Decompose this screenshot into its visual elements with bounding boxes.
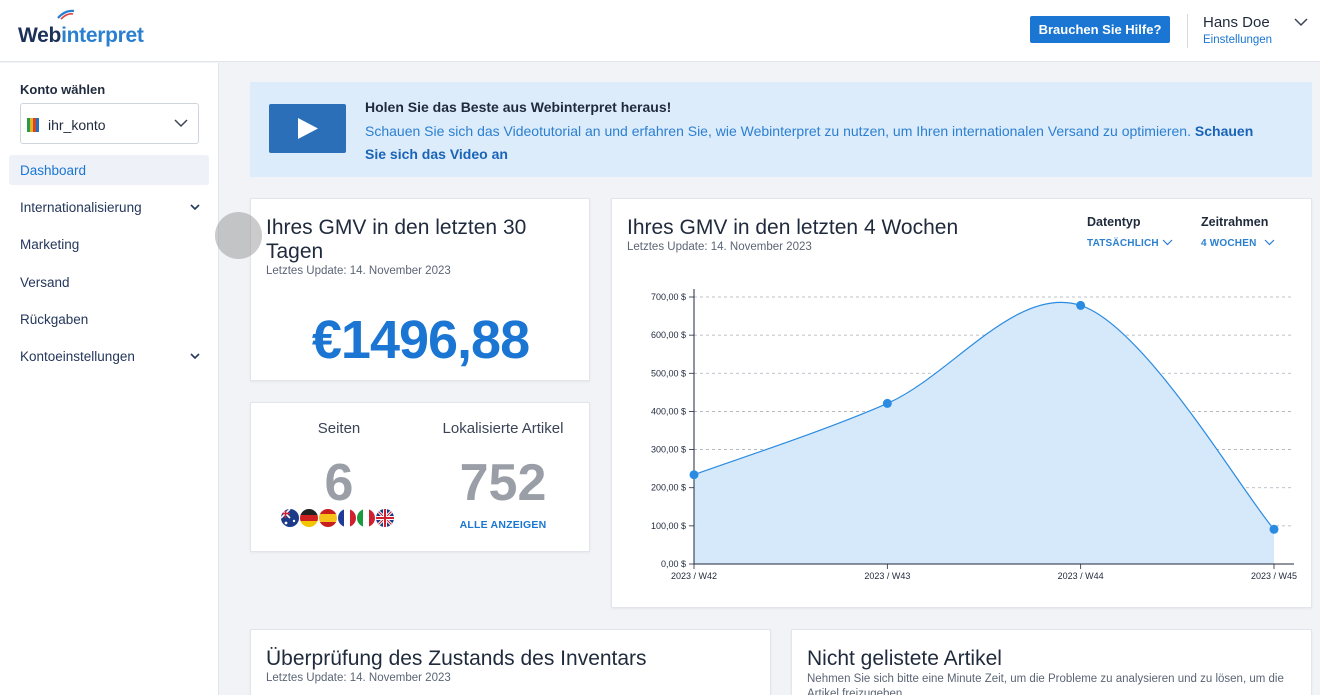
sites-label: Seiten — [317, 420, 361, 437]
cursor-indicator — [215, 212, 262, 259]
sidebar-item-label: Rückgaben — [20, 312, 89, 327]
gmv-4-weeks-card: Ihres GMV in den letzten 4 Wochen Letzte… — [611, 198, 1312, 608]
data-point — [1269, 524, 1279, 534]
gmv-30-days-value: €1496,88 — [311, 310, 530, 370]
account-store-icon — [27, 118, 39, 132]
banner-text: Schauen Sie sich das Videotutorial an un… — [365, 120, 1265, 166]
account-select-label: Konto wählen — [20, 82, 106, 97]
sidebar-item-internationalisierung[interactable]: Internationalisierung — [9, 192, 209, 222]
sidebar-item-label: Dashboard — [20, 163, 87, 178]
logo-swoosh-icon — [57, 9, 75, 20]
france-flag-icon — [338, 509, 356, 527]
play-video-button[interactable] — [269, 104, 346, 153]
sidebar-item-label: Versand — [20, 275, 70, 290]
play-icon — [298, 118, 318, 139]
sidebar: Konto wählen ihr_konto Dashboard Interna… — [0, 63, 219, 695]
localized-articles-label: Lokalisierte Artikel — [442, 420, 564, 437]
sidebar-item-versand[interactable]: Versand — [9, 267, 209, 297]
localized-articles-value: 752 — [459, 454, 547, 512]
sidebar-item-label: Kontoeinstellungen — [20, 349, 135, 364]
logo-text-web: Web — [18, 24, 62, 47]
y-tick-label: 700,00 $ — [651, 292, 686, 302]
sidebar-item-label: Internationalisierung — [20, 200, 142, 215]
data-point — [882, 398, 892, 408]
y-tick-label: 500,00 $ — [651, 368, 686, 378]
settings-link[interactable]: Einstellungen — [1203, 34, 1272, 46]
unlisted-articles-text: Nehmen Sie sich bitte eine Minute Zeit, … — [807, 673, 1284, 695]
unlisted-articles-title: Nicht gelistete Artikel — [807, 647, 1002, 670]
chevron-down-icon — [190, 204, 200, 211]
chevron-down-icon — [190, 353, 200, 360]
sidebar-item-marketing[interactable]: Marketing — [9, 229, 209, 259]
australia-flag-icon — [281, 509, 299, 527]
sidebar-item-kontoeinstellungen[interactable]: Kontoeinstellungen — [9, 341, 209, 371]
sidebar-item-label: Marketing — [20, 237, 80, 252]
uk-flag-icon — [376, 509, 394, 527]
chevron-down-icon — [174, 119, 188, 128]
sites-value: 6 — [324, 454, 354, 512]
header-divider — [1187, 14, 1188, 48]
video-tutorial-banner: Holen Sie das Beste aus Webinterpret her… — [250, 82, 1312, 177]
webinterpret-logo[interactable]: Webinterpret — [18, 9, 144, 47]
logo-text-interpret: interpret — [61, 24, 144, 47]
user-menu-chevron-icon[interactable] — [1294, 17, 1308, 27]
italy-flag-icon — [357, 509, 375, 527]
site-flags — [281, 509, 394, 527]
data-point — [1076, 300, 1086, 310]
data-point — [689, 470, 699, 480]
y-tick-label: 0,00 $ — [661, 559, 686, 569]
x-tick-label: 2023 / W45 — [1251, 571, 1297, 581]
unlisted-articles-card: Nicht gelistete Artikel Nehmen Sie sich … — [791, 629, 1312, 695]
x-tick-label: 2023 / W43 — [864, 571, 910, 581]
inventory-status-updated: Letztes Update: 14. November 2023 — [266, 672, 451, 684]
gmv-area-chart: 0,00 $ 100,00 $ 200,00 $ 300,00 $ 400,00 $ 50… — [651, 289, 1297, 581]
user-name[interactable]: Hans Doe — [1203, 14, 1270, 31]
x-tick-label: 2023 / W44 — [1058, 571, 1104, 581]
germany-flag-icon — [300, 509, 318, 527]
sites-articles-card: Seiten 6 Lokalisierte Artikel 752 ALLE A… — [250, 402, 590, 552]
x-tick-label: 2023 / W42 — [671, 571, 717, 581]
inventory-status-title: Überprüfung des Zustands des Inventars — [266, 647, 647, 670]
gmv-30-days-title: Ihres GMV in den letzten 30 Tagen — [266, 216, 527, 263]
sidebar-item-dashboard[interactable]: Dashboard — [9, 155, 209, 185]
help-button[interactable]: Brauchen Sie Hilfe? — [1030, 16, 1170, 43]
gmv-30-days-updated: Letztes Update: 14. November 2023 — [266, 265, 451, 277]
gmv-30-days-card: Ihres GMV in den letzten 30 Tagen Letzte… — [250, 198, 590, 381]
y-tick-label: 600,00 $ — [651, 330, 686, 340]
series-area — [694, 302, 1274, 564]
top-header: Webinterpret Brauchen Sie Hilfe? Hans Do… — [0, 0, 1320, 62]
y-tick-label: 200,00 $ — [651, 483, 686, 493]
sidebar-item-rueckgaben[interactable]: Rückgaben — [9, 304, 209, 334]
show-all-link[interactable]: ALLE ANZEIGEN — [428, 519, 578, 531]
y-tick-label: 300,00 $ — [651, 445, 686, 455]
account-select[interactable]: ihr_konto — [20, 103, 199, 144]
banner-description: Schauen Sie sich das Videotutorial an un… — [365, 123, 1195, 139]
banner-title: Holen Sie das Beste aus Webinterpret her… — [365, 99, 672, 115]
y-tick-label: 400,00 $ — [651, 406, 686, 416]
spain-flag-icon — [319, 509, 337, 527]
y-tick-label: 100,00 $ — [651, 521, 686, 531]
inventory-status-card: Überprüfung des Zustands des Inventars L… — [250, 629, 771, 695]
account-select-value: ihr_konto — [48, 117, 106, 133]
